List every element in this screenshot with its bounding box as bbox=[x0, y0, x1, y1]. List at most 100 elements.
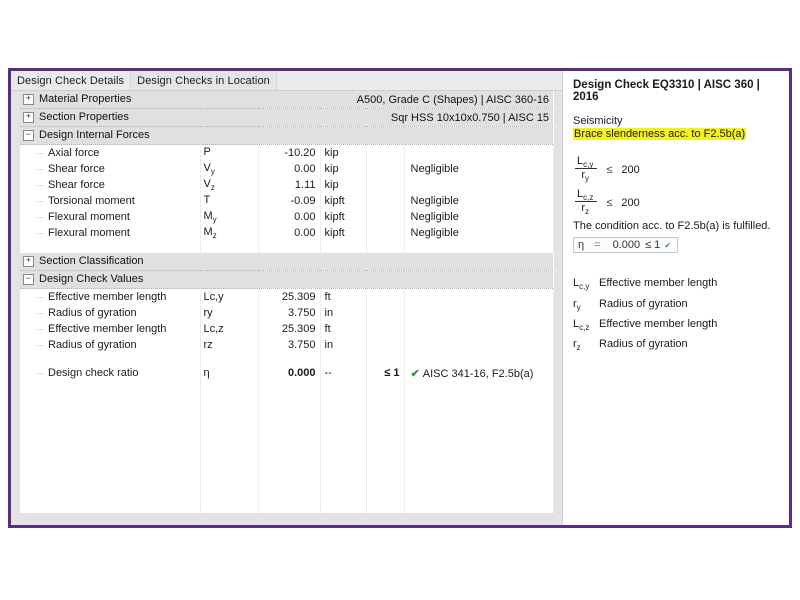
row-label: Flexural moment bbox=[20, 225, 200, 241]
expand-icon[interactable]: + bbox=[23, 112, 34, 123]
group-label: Section Properties bbox=[39, 111, 129, 123]
row-unit: kip bbox=[320, 177, 366, 193]
group-value bbox=[258, 253, 553, 271]
row-value: 0.00 bbox=[258, 225, 320, 241]
detail-panel: Design Check EQ3310 | AISC 360 | 2016 Se… bbox=[563, 71, 789, 525]
legend-item: Lc,y Effective member length bbox=[573, 277, 781, 293]
check-icon: ✔ bbox=[411, 368, 423, 380]
group-row-section-classification[interactable]: + Section Classification bbox=[20, 253, 553, 271]
expand-icon[interactable]: + bbox=[23, 256, 34, 267]
row-unit: -- bbox=[320, 365, 366, 381]
eta-value: 0.000 bbox=[613, 239, 641, 251]
row-unit: ft bbox=[320, 321, 366, 337]
legend-definition: Effective member length bbox=[599, 318, 717, 334]
row-note: Negligible bbox=[404, 209, 553, 225]
row-note-cell: ✔AISC 341-16, F2.5b(a) bbox=[404, 365, 553, 381]
fraction: Lc,y ry bbox=[575, 156, 597, 183]
group-label: Material Properties bbox=[39, 93, 131, 105]
table-row[interactable]: Radius of gyration ry 3.750 in bbox=[20, 305, 553, 321]
group-row-design-internal-forces[interactable]: −Design Internal Forces bbox=[20, 127, 553, 145]
table-row[interactable]: Axial force P -10.20 kip bbox=[20, 145, 553, 162]
legend-item: ry Radius of gyration bbox=[573, 298, 781, 314]
tab-design-checks-in-location[interactable]: Design Checks in Location bbox=[131, 71, 277, 90]
table-row[interactable]: Torsional moment T -0.09 kipft Negligibl… bbox=[20, 193, 553, 209]
row-note bbox=[404, 337, 553, 353]
table-row[interactable]: Effective member length Lc,z 25.309 ft bbox=[20, 321, 553, 337]
row-label: Shear force bbox=[20, 161, 200, 177]
group-row-material-properties[interactable]: + Material Properties A500, Grade C (Shap… bbox=[20, 91, 553, 109]
group-row-section-properties[interactable]: + Section Properties Sqr HSS 10x10x0.750 … bbox=[20, 109, 553, 127]
group-row-design-check-values[interactable]: −Design Check Values bbox=[20, 271, 553, 289]
row-symbol: η bbox=[200, 365, 258, 381]
eta-result-box[interactable]: η = 0.000 ≤ 1 ✔ bbox=[573, 237, 678, 253]
table-row[interactable]: Flexural moment My 0.00 kipft Negligible bbox=[20, 209, 553, 225]
row-label: Flexural moment bbox=[20, 209, 200, 225]
detail-title: Design Check EQ3310 | AISC 360 | 2016 bbox=[573, 79, 781, 103]
row-symbol: Vy bbox=[200, 161, 258, 177]
row-value: -0.09 bbox=[258, 193, 320, 209]
group-value bbox=[258, 127, 553, 145]
row-limit bbox=[366, 321, 404, 337]
formula-slenderness-z: Lc,z rz ≤ 200 bbox=[575, 189, 781, 216]
group-value: A500, Grade C (Shapes) | AISC 360-16 bbox=[258, 91, 553, 109]
row-symbol: Mz bbox=[200, 225, 258, 241]
row-note: AISC 341-16, F2.5b(a) bbox=[423, 368, 534, 380]
row-symbol: My bbox=[200, 209, 258, 225]
row-symbol: P bbox=[200, 145, 258, 162]
fraction-denominator: ry bbox=[579, 168, 593, 181]
collapse-icon[interactable]: − bbox=[23, 130, 34, 141]
legend-symbol: Lc,y bbox=[573, 277, 599, 293]
tab-design-check-details[interactable]: Design Check Details bbox=[11, 71, 131, 90]
row-unit: in bbox=[320, 337, 366, 353]
table-row[interactable]: Shear force Vz 1.11 kip bbox=[20, 177, 553, 193]
table-filler bbox=[20, 381, 553, 513]
row-symbol: T bbox=[200, 193, 258, 209]
row-limit bbox=[366, 289, 404, 306]
row-symbol: rz bbox=[200, 337, 258, 353]
row-label: Axial force bbox=[20, 145, 200, 162]
row-unit: kipft bbox=[320, 209, 366, 225]
row-note bbox=[404, 289, 553, 306]
legend-symbol: rz bbox=[573, 338, 599, 354]
eta-equals: = bbox=[594, 239, 600, 251]
row-spacer bbox=[20, 241, 553, 253]
row-value: 25.309 bbox=[258, 289, 320, 306]
eta-limit: ≤ 1 bbox=[645, 239, 660, 251]
row-limit: ≤ 1 bbox=[366, 365, 404, 381]
row-symbol: Vz bbox=[200, 177, 258, 193]
group-value bbox=[258, 271, 553, 289]
table-row[interactable]: Shear force Vy 0.00 kip Negligible bbox=[20, 161, 553, 177]
row-note: Negligible bbox=[404, 161, 553, 177]
row-value: 3.750 bbox=[258, 305, 320, 321]
tab-strip: Design Check Details Design Checks in Lo… bbox=[11, 71, 562, 91]
table-row[interactable]: Radius of gyration rz 3.750 in bbox=[20, 337, 553, 353]
eta-symbol: η bbox=[578, 239, 584, 251]
row-label: Effective member length bbox=[20, 289, 200, 306]
row-label: Torsional moment bbox=[20, 193, 200, 209]
expand-icon[interactable]: + bbox=[23, 94, 34, 105]
table-row-design-check-ratio[interactable]: Design check ratio η 0.000 -- ≤ 1 ✔AISC … bbox=[20, 365, 553, 381]
row-value: -10.20 bbox=[258, 145, 320, 162]
fraction-denominator: rz bbox=[579, 201, 593, 214]
collapse-icon[interactable]: − bbox=[23, 274, 34, 285]
group-label: Section Classification bbox=[39, 255, 144, 267]
row-unit: kipft bbox=[320, 193, 366, 209]
row-note: Negligible bbox=[404, 225, 553, 241]
formula-slenderness-y: Lc,y ry ≤ 200 bbox=[575, 156, 781, 183]
legend-item: rz Radius of gyration bbox=[573, 338, 781, 354]
table-row[interactable]: Effective member length Lc,y 25.309 ft bbox=[20, 289, 553, 306]
row-symbol: Lc,y bbox=[200, 289, 258, 306]
table-row[interactable]: Flexural moment Mz 0.00 kipft Negligible bbox=[20, 225, 553, 241]
row-limit bbox=[366, 337, 404, 353]
row-unit: ft bbox=[320, 289, 366, 306]
row-limit bbox=[366, 193, 404, 209]
legend-definition: Effective member length bbox=[599, 277, 717, 293]
legend-symbol: ry bbox=[573, 298, 599, 314]
row-value: 0.00 bbox=[258, 161, 320, 177]
row-limit bbox=[366, 177, 404, 193]
legend-definition: Radius of gyration bbox=[599, 338, 688, 354]
row-label: Radius of gyration bbox=[20, 305, 200, 321]
group-value: Sqr HSS 10x10x0.750 | AISC 15 bbox=[258, 109, 553, 127]
relation-operator: ≤ bbox=[606, 164, 612, 176]
row-value: 0.00 bbox=[258, 209, 320, 225]
